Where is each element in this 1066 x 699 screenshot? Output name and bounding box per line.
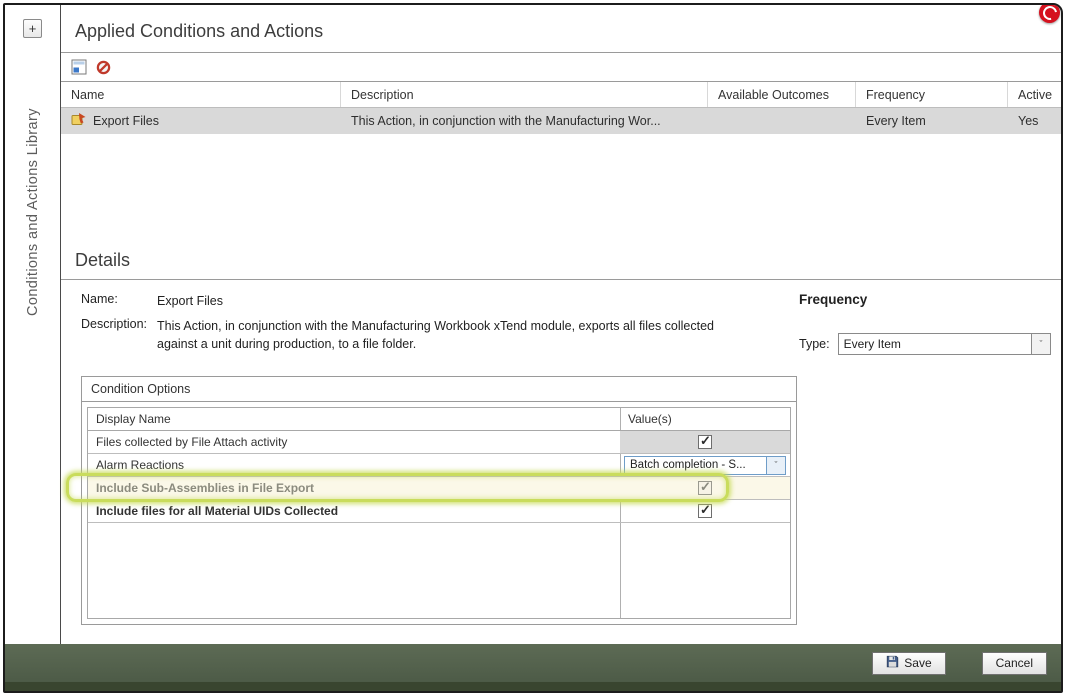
row-active: Yes — [1008, 108, 1061, 134]
alarm-reactions-select[interactable]: Batch completion - S... ˇ — [624, 456, 786, 475]
empty-table-space — [61, 134, 1061, 246]
chevron-down-icon: ˇ — [766, 457, 785, 474]
remove-icon[interactable] — [95, 59, 112, 76]
footer-strip — [5, 682, 1061, 691]
alarm-reactions-value: Batch completion - S... — [625, 459, 766, 471]
expand-library-button[interactable]: + — [23, 19, 42, 38]
condition-label: Include Sub-Assemblies in File Export — [88, 477, 620, 499]
column-header-available-outcomes[interactable]: Available Outcomes — [708, 82, 856, 107]
dialog-window: + Conditions and Actions Library Applied… — [3, 3, 1063, 693]
cancel-button-label: Cancel — [996, 656, 1033, 670]
condition-label: Alarm Reactions — [88, 454, 620, 476]
include-sub-assemblies-checkbox[interactable] — [698, 481, 712, 495]
name-label: Name: — [81, 292, 157, 310]
row-frequency: Every Item — [856, 108, 1008, 134]
row-description: This Action, in conjunction with the Man… — [341, 108, 708, 134]
toolbar — [61, 53, 1061, 82]
condition-options-group: Condition Options Display Name Value(s) … — [81, 376, 797, 625]
condition-row-alarm-reactions: Alarm Reactions Batch completion - S... … — [88, 454, 790, 477]
condition-row-include-material-uids: Include files for all Material UIDs Coll… — [88, 500, 790, 523]
frequency-heading: Frequency — [799, 292, 1051, 307]
export-files-icon — [71, 112, 87, 130]
column-header-frequency[interactable]: Frequency — [856, 82, 1008, 107]
column-header-values: Value(s) — [620, 408, 790, 430]
frequency-type-select[interactable]: Every Item ˇ — [838, 333, 1051, 355]
main-panel: Applied Conditions and Actions — [61, 5, 1061, 644]
save-button[interactable]: Save — [872, 652, 945, 675]
column-header-name[interactable]: Name — [61, 82, 341, 107]
sidebar-vertical-label[interactable]: Conditions and Actions Library — [25, 48, 41, 316]
sidebar: + Conditions and Actions Library — [5, 5, 61, 644]
details-section: Name: Export Files Description: This Act… — [61, 280, 1061, 360]
page-title: Applied Conditions and Actions — [61, 5, 1061, 52]
condition-row-include-sub-assemblies: Include Sub-Assemblies in File Export — [88, 477, 790, 500]
frequency-type-value: Every Item — [839, 337, 1031, 351]
name-value: Export Files — [157, 292, 742, 310]
condition-options-title: Condition Options — [82, 377, 796, 402]
include-material-uids-checkbox[interactable] — [698, 504, 712, 518]
cancel-button[interactable]: Cancel — [982, 652, 1047, 675]
save-icon — [886, 655, 899, 671]
description-value: This Action, in conjunction with the Man… — [157, 317, 742, 353]
condition-label: Files collected by File Attach activity — [88, 431, 620, 453]
type-label: Type: — [799, 337, 830, 351]
corner-badge-icon — [1039, 3, 1060, 23]
footer-bar: Save Cancel — [5, 644, 1061, 682]
row-available-outcomes — [708, 108, 856, 134]
column-header-active[interactable]: Active — [1008, 82, 1061, 107]
column-header-description[interactable]: Description — [341, 82, 708, 107]
applied-table-header: Name Description Available Outcomes Freq… — [61, 82, 1061, 108]
details-heading: Details — [61, 246, 1061, 280]
condition-row-files-collected: Files collected by File Attach activity — [88, 431, 790, 454]
condition-options-table: Display Name Value(s) Files collected by… — [87, 407, 791, 619]
condition-label: Include files for all Material UIDs Coll… — [88, 500, 620, 522]
column-header-display-name: Display Name — [88, 408, 620, 430]
description-label: Description: — [81, 317, 157, 353]
files-collected-checkbox[interactable] — [698, 435, 712, 449]
content-area: + Conditions and Actions Library Applied… — [5, 5, 1061, 644]
chevron-down-icon: ˇ — [1031, 334, 1050, 354]
table-row[interactable]: Export Files This Action, in conjunction… — [61, 108, 1061, 134]
edit-icon[interactable] — [70, 59, 87, 76]
save-button-label: Save — [904, 656, 931, 670]
row-name: Export Files — [93, 114, 159, 128]
condition-options-header: Display Name Value(s) — [88, 408, 790, 431]
